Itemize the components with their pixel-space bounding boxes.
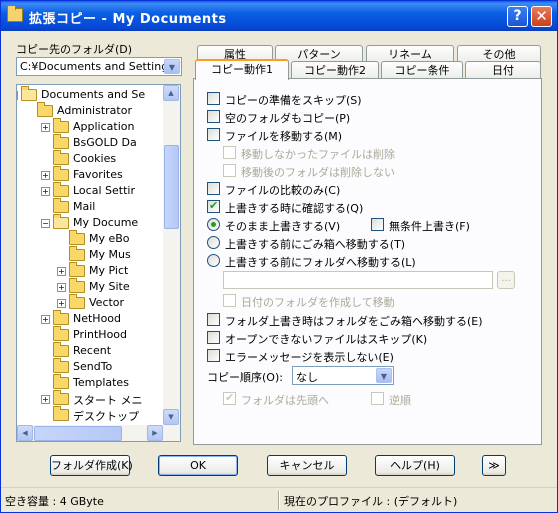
tree-item-label: デスクトップ — [73, 410, 139, 423]
tree-horizontal-scrollbar[interactable]: ◀ ▶ — [17, 425, 180, 441]
folder-icon — [21, 86, 37, 101]
tree-item-label: My Docume — [73, 216, 139, 229]
folder-icon — [53, 390, 69, 405]
expand-icon[interactable]: + — [41, 395, 50, 404]
scroll-left-button[interactable]: ◀ — [17, 425, 33, 441]
scroll-down-button[interactable]: ▼ — [163, 409, 179, 425]
extended-copy-dialog: 拡張コピー - My Documents ? ✕ コピー先のフォルダ(D) C:… — [0, 0, 558, 513]
expand-icon[interactable]: + — [41, 123, 50, 132]
tab-copy-action-1[interactable]: コピー動作1 — [195, 59, 289, 80]
folder-icon — [69, 294, 85, 309]
tree-item-label: スタート メニ — [73, 394, 143, 407]
dest-folder-combo[interactable]: C:¥Documents and Settings¥ — [16, 57, 182, 76]
tree-item-label: Local Settir — [73, 184, 135, 197]
browse-button[interactable]: ... — [497, 271, 515, 289]
ok-button[interactable]: OK — [158, 455, 238, 476]
expand-icon[interactable]: + — [57, 283, 66, 292]
folder-icon — [53, 342, 69, 357]
hscroll-thumb[interactable] — [34, 426, 122, 441]
window-title: 拡張コピー - My Documents — [29, 12, 227, 27]
folder-icon — [53, 310, 69, 325]
tree-item-label: My Pict — [89, 264, 129, 277]
copy-order-select[interactable]: なし — [292, 366, 394, 385]
tree-item-label: Documents and Se — [41, 88, 146, 101]
copy-order-value: なし — [296, 371, 318, 384]
folder-icon — [53, 406, 69, 421]
chevron-down-icon[interactable] — [376, 368, 392, 383]
tree-item-label: Favorites — [73, 168, 123, 181]
tree-item-label: My Site — [89, 280, 130, 293]
folder-icon — [53, 118, 69, 133]
folder-icon — [53, 374, 69, 389]
folder-icon — [53, 150, 69, 165]
tree-item-label: Application — [73, 120, 135, 133]
tree-item-label: My Mus — [89, 248, 131, 261]
scroll-right-button[interactable]: ▶ — [147, 425, 163, 441]
folder-icon — [37, 102, 53, 117]
scroll-up-button[interactable]: ▲ — [163, 85, 179, 101]
tree-item-label: Cookies — [73, 152, 117, 165]
tree-item-label: Recent — [73, 344, 112, 357]
expand-button[interactable]: ≫ — [482, 455, 506, 476]
scroll-thumb[interactable] — [164, 145, 179, 229]
tree-item-label: My eBo — [89, 232, 130, 245]
tree-item-label: BsGOLD Da — [73, 136, 137, 149]
tree-item-label: Templates — [73, 376, 129, 389]
folder-icon — [7, 5, 23, 22]
tree-vertical-scrollbar[interactable]: ▲ ▼ — [163, 85, 180, 425]
copy-order-label: コピー順序(O): — [207, 371, 283, 384]
folder-icon — [69, 278, 85, 293]
status-separator — [278, 491, 280, 510]
tree-item-label: Mail — [73, 200, 96, 213]
expand-icon[interactable]: + — [41, 315, 50, 324]
tree-item-label: PrintHood — [73, 328, 128, 341]
tree-item-label: Vector — [89, 296, 125, 309]
close-button[interactable]: ✕ — [531, 6, 552, 27]
tree-item-label: NetHood — [73, 312, 122, 325]
folder-icon — [53, 182, 69, 197]
collapse-icon[interactable]: − — [17, 91, 18, 100]
folder-icon — [69, 246, 85, 261]
folder-icon — [69, 262, 85, 277]
folder-icon — [53, 326, 69, 341]
help-button[interactable]: ヘルプ(H) — [375, 455, 455, 476]
free-space-status: 空き容量 : 4 GByte — [5, 495, 104, 508]
folder-icon — [69, 230, 85, 245]
folder-icon — [53, 134, 69, 149]
status-bar: 空き容量 : 4 GByte 現在のプロファイル : (デフォルト) — [1, 487, 557, 512]
collapse-icon[interactable]: − — [41, 219, 50, 228]
folder-icon — [53, 358, 69, 373]
expand-icon[interactable]: + — [41, 171, 50, 180]
tree-item-label: SendTo — [73, 360, 113, 373]
title-bar[interactable]: 拡張コピー - My Documents ? ✕ — [1, 1, 557, 31]
help-title-button[interactable]: ? — [507, 6, 528, 27]
folder-icon — [53, 198, 69, 213]
cancel-button[interactable]: キャンセル — [267, 455, 347, 476]
folder-icon — [53, 214, 69, 229]
dest-folder-label: コピー先のフォルダ(D) — [16, 43, 133, 56]
expand-icon[interactable]: + — [57, 299, 66, 308]
tree-item-label: Administrator — [57, 104, 132, 117]
profile-status: 現在のプロファイル : (デフォルト) — [284, 495, 458, 508]
chevron-down-icon[interactable] — [164, 59, 180, 74]
folder-tree[interactable]: − Documents and Se Administrator + Applicati… — [16, 84, 181, 442]
make-folder-button[interactable]: フォルダ作成(K) — [50, 455, 133, 476]
folder-icon — [53, 166, 69, 181]
expand-icon[interactable]: + — [57, 267, 66, 276]
expand-icon[interactable]: + — [41, 187, 50, 196]
move-target-folder-input[interactable] — [223, 271, 493, 289]
dest-folder-path: C:¥Documents and Settings¥ — [20, 60, 181, 73]
